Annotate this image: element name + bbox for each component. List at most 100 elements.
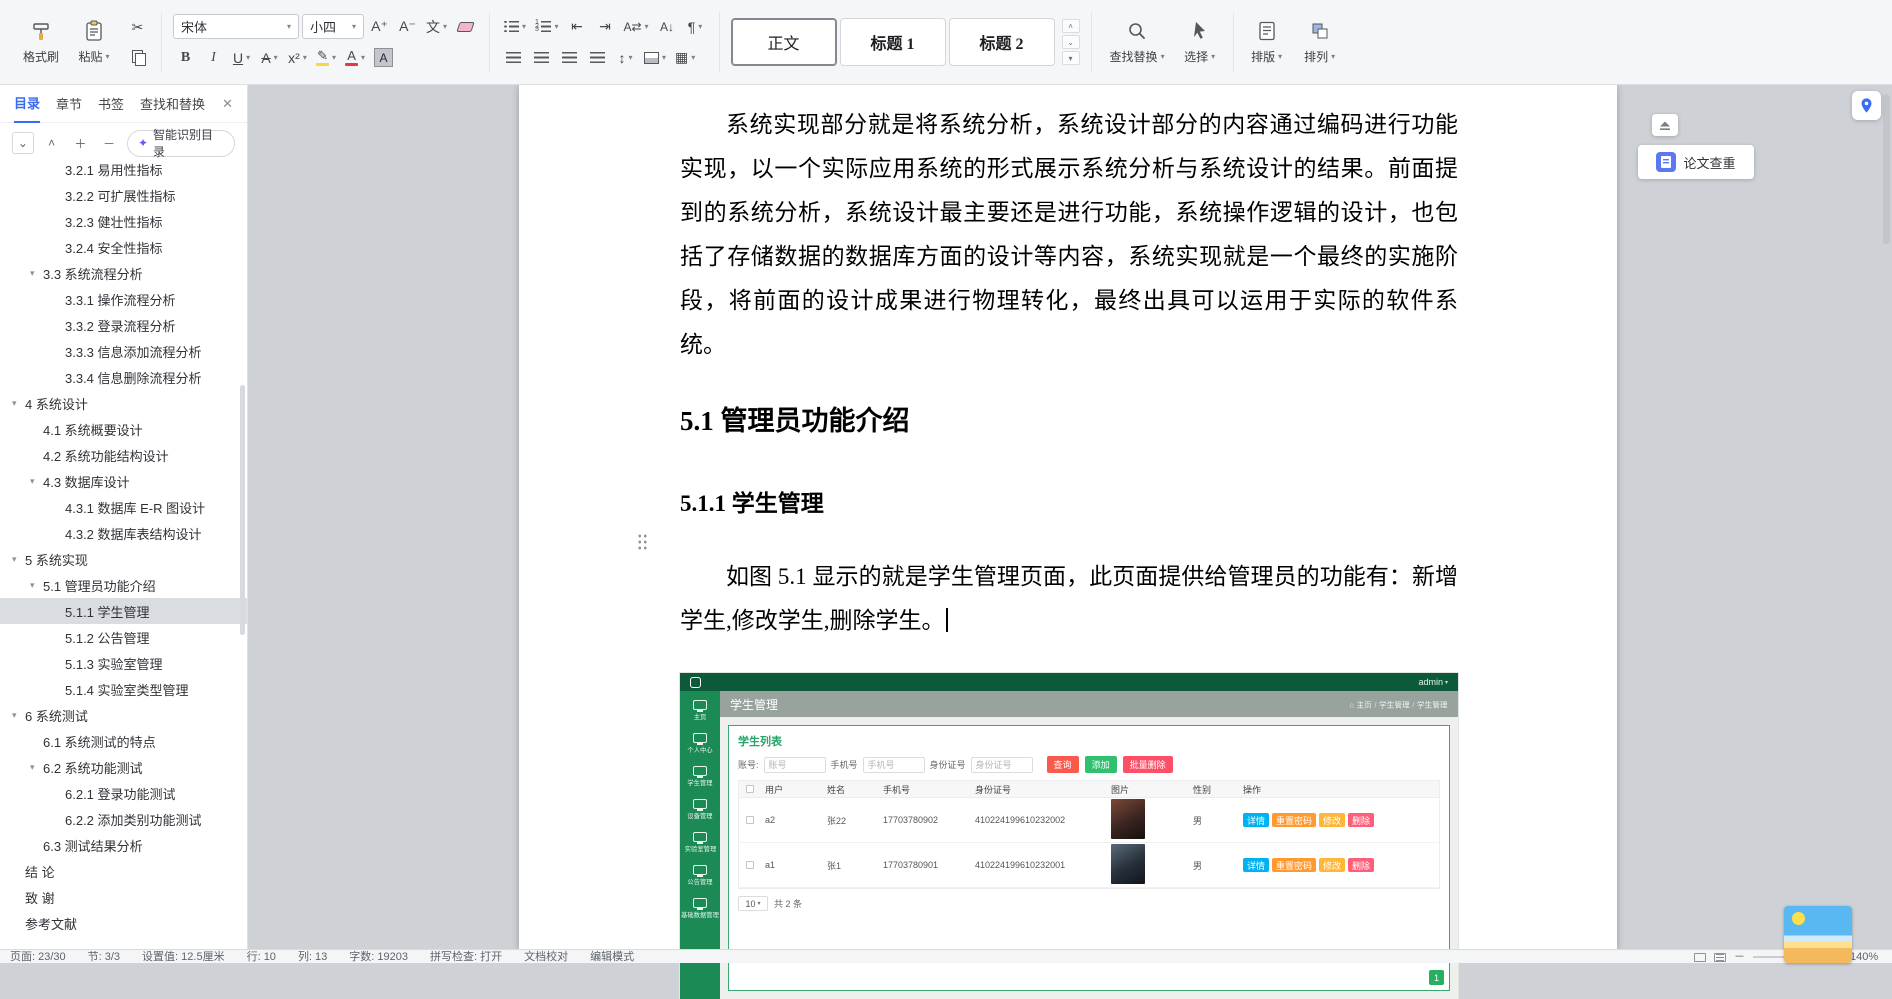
- paper-check-button[interactable]: 论文查重: [1638, 145, 1754, 179]
- toc-item[interactable]: 6.2.2 添加类别功能测试: [0, 806, 247, 832]
- toc-item[interactable]: 4.3.1 数据库 E-R 图设计: [0, 494, 247, 520]
- smart-toc-button[interactable]: ✦ 智能识别目录: [126, 128, 235, 159]
- char-scale-button[interactable]: A⇄: [620, 14, 651, 39]
- wallpaper-widget[interactable]: [1784, 906, 1852, 963]
- document-scrollbar[interactable]: [1883, 90, 1890, 943]
- style-normal[interactable]: 正文: [730, 18, 837, 66]
- status-item[interactable]: 设置值: 12.5厘米: [142, 951, 225, 963]
- section-heading[interactable]: 5.1 管理员功能介绍: [680, 401, 1458, 441]
- location-pin-button[interactable]: [1852, 91, 1881, 120]
- status-item[interactable]: 行: 10: [247, 951, 276, 963]
- status-item[interactable]: 列: 13: [298, 951, 327, 963]
- styles-up-button[interactable]: ˄: [1061, 19, 1080, 33]
- body-paragraph[interactable]: 系统实现部分就是将系统分析，系统设计部分的内容通过编码进行功能实现，以一个实际应…: [680, 103, 1458, 367]
- status-item[interactable]: 节: 3/3: [88, 951, 120, 963]
- status-item[interactable]: 拼写检查: 打开: [430, 951, 502, 963]
- styles-more-button[interactable]: ▾: [1061, 51, 1080, 65]
- tab-bookmarks[interactable]: 书签: [98, 85, 124, 122]
- font-color-button[interactable]: A: [342, 45, 368, 70]
- toc-item[interactable]: 6.3 测试结果分析: [0, 832, 247, 858]
- borders-button[interactable]: ▦: [672, 45, 698, 70]
- toc-item[interactable]: 结 论: [0, 858, 247, 884]
- bold-button[interactable]: B: [173, 45, 198, 70]
- copy-button[interactable]: [125, 45, 150, 70]
- toc-collapse-icon[interactable]: ▾: [12, 554, 25, 565]
- style-heading2[interactable]: 标题 2: [948, 18, 1055, 66]
- find-replace-button[interactable]: 查找替换: [1103, 15, 1172, 69]
- status-item[interactable]: 编辑模式: [590, 951, 634, 963]
- tab-find-replace[interactable]: 查找和替换: [140, 85, 205, 122]
- toc-item[interactable]: ▾ 5 系统实现: [0, 546, 247, 572]
- toc-item[interactable]: 5.1.4 实验室类型管理: [0, 676, 247, 702]
- highlight-color-button[interactable]: ✎: [313, 45, 339, 70]
- justify-button[interactable]: [585, 45, 610, 70]
- toc-item[interactable]: 5.1.3 实验室管理: [0, 650, 247, 676]
- toc-collapse-level-button[interactable]: －: [98, 132, 120, 154]
- status-item[interactable]: 文档校对: [524, 951, 568, 963]
- toc-collapse-icon[interactable]: ▾: [30, 476, 43, 487]
- document-page[interactable]: 系统实现部分就是将系统分析，系统设计部分的内容通过编码进行功能实现，以一个实际应…: [519, 85, 1617, 999]
- scrollbar-thumb[interactable]: [1883, 94, 1890, 244]
- toc-item[interactable]: 3.3.4 信息删除流程分析: [0, 364, 247, 390]
- strikethrough-button[interactable]: A: [257, 45, 282, 70]
- toc-options-button[interactable]: ⌄: [12, 132, 34, 154]
- paste-button[interactable]: 粘贴: [69, 15, 119, 69]
- page-view-icon[interactable]: [1714, 952, 1726, 962]
- bullets-button[interactable]: [501, 14, 529, 39]
- toc-item[interactable]: 3.2.1 易用性指标: [0, 156, 247, 182]
- numbering-button[interactable]: 123: [532, 14, 561, 39]
- align-center-button[interactable]: [529, 45, 554, 70]
- align-left-button[interactable]: [501, 45, 526, 70]
- toc-item[interactable]: 3.3.1 操作流程分析: [0, 286, 247, 312]
- paragraph-drag-handle[interactable]: [637, 533, 648, 550]
- clear-format-button[interactable]: [453, 14, 478, 39]
- toc-item[interactable]: 3.2.4 安全性指标: [0, 234, 247, 260]
- superscript-button[interactable]: x²: [285, 45, 310, 70]
- body-paragraph[interactable]: 如图 5.1 显示的就是学生管理页面，此页面提供给管理员的功能有：新增学生,修改…: [680, 555, 1458, 643]
- close-panel-button[interactable]: ✕: [222, 96, 233, 112]
- toc-item[interactable]: ▾ 4 系统设计: [0, 390, 247, 416]
- toc-item[interactable]: 3.2.3 健壮性指标: [0, 208, 247, 234]
- align-right-button[interactable]: [557, 45, 582, 70]
- toc-item[interactable]: 5.1.2 公告管理: [0, 624, 247, 650]
- toc-item[interactable]: 3.3.2 登录流程分析: [0, 312, 247, 338]
- decrease-indent-button[interactable]: ⇤: [564, 14, 589, 39]
- toc-collapse-icon[interactable]: ▾: [30, 762, 43, 773]
- increase-indent-button[interactable]: ⇥: [592, 14, 617, 39]
- toc-item[interactable]: ▾ 3.3 系统流程分析: [0, 260, 247, 286]
- sort-button[interactable]: A↓: [655, 14, 680, 39]
- collapse-rail-button[interactable]: [1652, 114, 1678, 136]
- toc-item[interactable]: 3.3.3 信息添加流程分析: [0, 338, 247, 364]
- styles-down-button[interactable]: ⌄: [1061, 35, 1080, 49]
- style-heading1[interactable]: 标题 1: [839, 18, 946, 66]
- zoom-level[interactable]: 140%: [1850, 951, 1882, 963]
- toc-collapse-icon[interactable]: ▾: [30, 580, 43, 591]
- status-item[interactable]: 页面: 23/30: [10, 951, 66, 963]
- toc-item[interactable]: 6.2.1 登录功能测试: [0, 780, 247, 806]
- toc-item[interactable]: 3.2.2 可扩展性指标: [0, 182, 247, 208]
- format-painter-button[interactable]: 格式刷: [16, 15, 66, 69]
- toc-item[interactable]: 4.1 系统概要设计: [0, 416, 247, 442]
- subsection-heading[interactable]: 5.1.1 学生管理: [680, 487, 1458, 521]
- view-mode-icon[interactable]: [1694, 952, 1706, 962]
- toc-item[interactable]: ▾ 4.3 数据库设计: [0, 468, 247, 494]
- toc-item[interactable]: 4.2 系统功能结构设计: [0, 442, 247, 468]
- show-marks-button[interactable]: ¶: [683, 14, 708, 39]
- toc-item[interactable]: ▾ 5.1 管理员功能介绍: [0, 572, 247, 598]
- line-spacing-button[interactable]: ↕: [613, 45, 638, 70]
- tab-toc[interactable]: 目录: [14, 84, 41, 123]
- zoom-out-button[interactable]: －: [1734, 951, 1745, 963]
- italic-button[interactable]: I: [201, 45, 226, 70]
- char-shading-button[interactable]: A: [371, 45, 396, 70]
- toc-item[interactable]: ▾ 6.2 系统功能测试: [0, 754, 247, 780]
- font-size-select[interactable]: 小四: [302, 14, 365, 39]
- select-button[interactable]: 选择: [1175, 15, 1225, 69]
- grow-font-button[interactable]: A⁺: [367, 14, 392, 39]
- cut-button[interactable]: ✂: [125, 15, 150, 40]
- toc-collapse-icon[interactable]: ▾: [30, 268, 43, 279]
- toc-item[interactable]: 致 谢: [0, 884, 247, 910]
- font-family-select[interactable]: 宋体: [173, 14, 300, 39]
- toc-collapse-all-button[interactable]: ˄: [41, 132, 63, 154]
- arrange-button[interactable]: 排列: [1295, 15, 1345, 69]
- toc-expand-level-button[interactable]: ＋: [70, 132, 92, 154]
